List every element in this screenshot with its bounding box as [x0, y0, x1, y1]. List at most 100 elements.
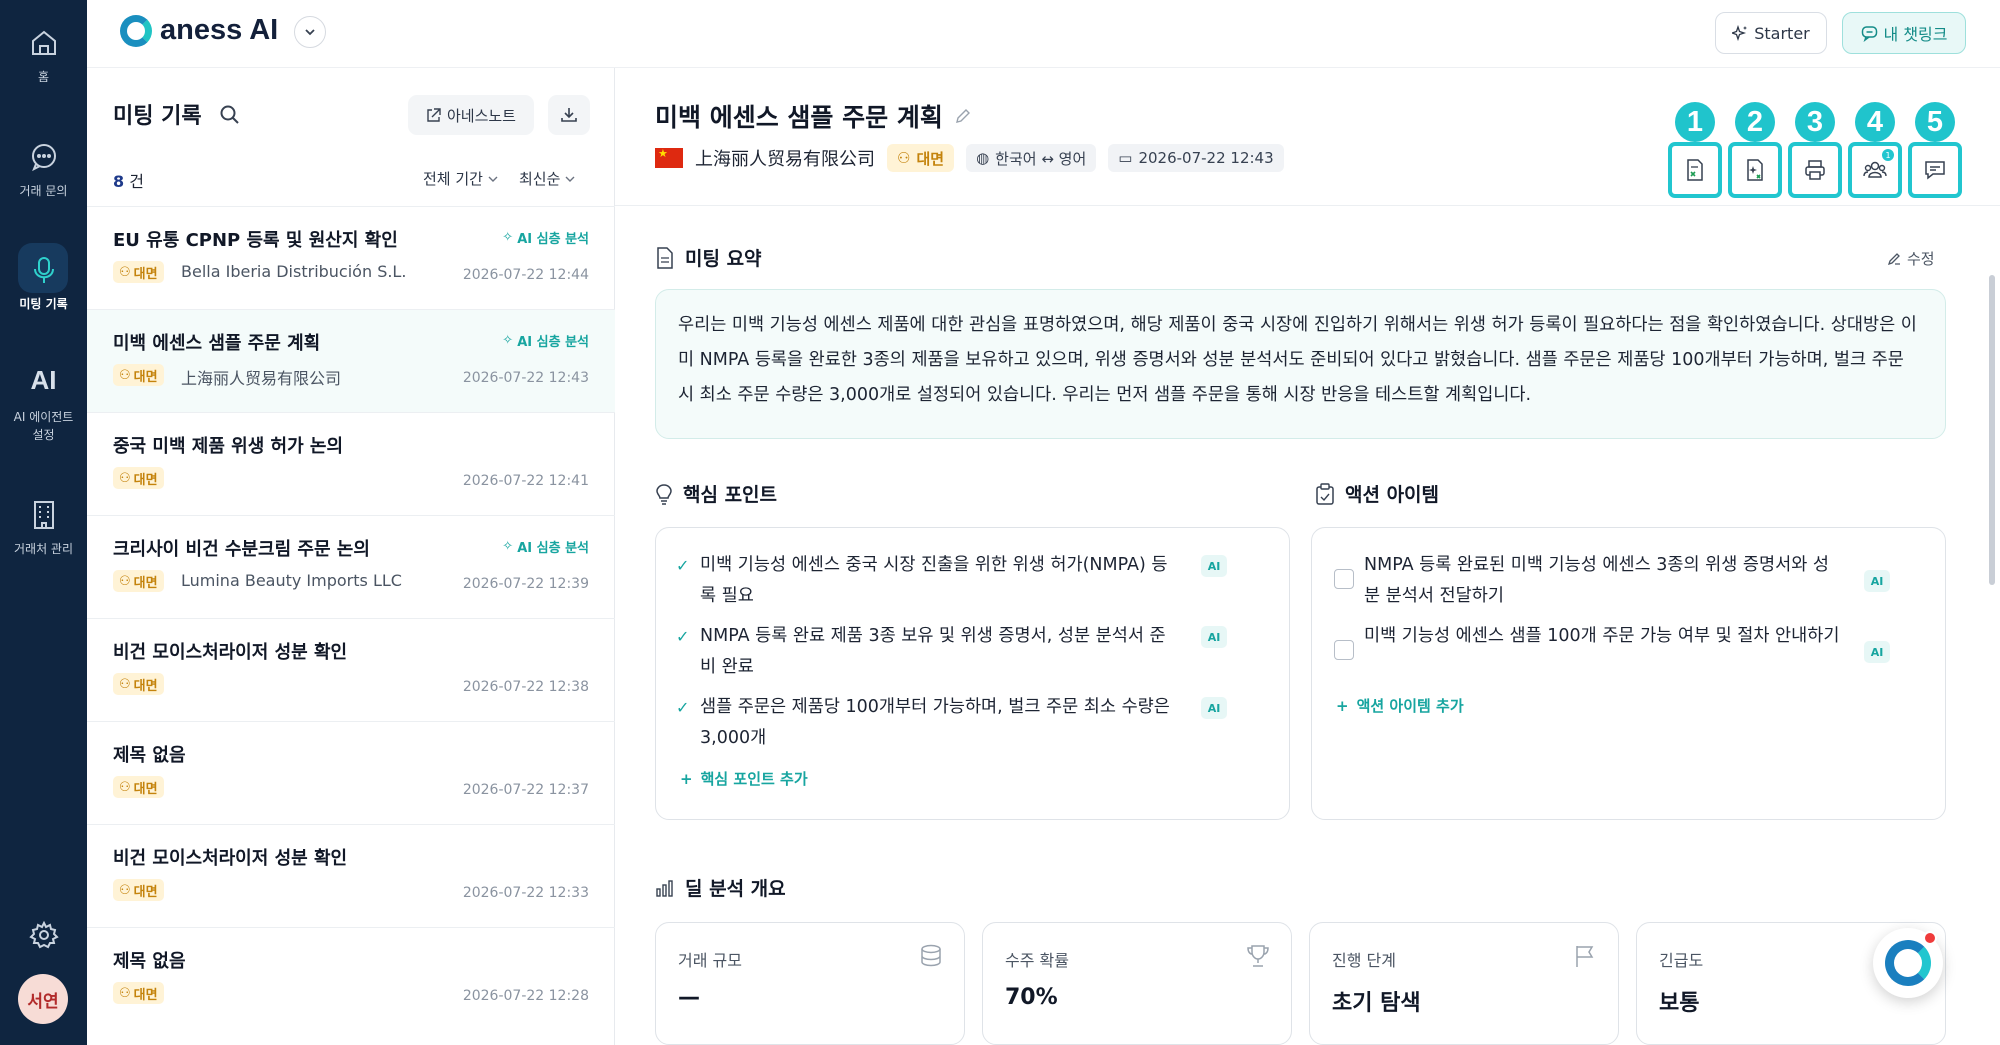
count-unit: 건: [129, 172, 144, 191]
meeting-row[interactable]: 비건 모이스처라이저 성분 확인 ⚇ 대면 2026-07-22 12:33: [87, 824, 615, 927]
meeting-row-date: 2026-07-22 12:37: [462, 782, 589, 798]
summary-text: 우리는 미백 기능성 에센스 제품에 대한 관심을 표명하였으며, 해당 제품이…: [655, 289, 1946, 439]
language-chip: ◍ 한국어 ↔ 영어: [966, 144, 1097, 172]
starter-label: Starter: [1754, 23, 1810, 43]
nav-ai-agent[interactable]: AI AI 에이전트 설정: [0, 365, 87, 444]
export-excel-button[interactable]: [1668, 142, 1722, 198]
filter-period-dropdown[interactable]: 전체 기간: [423, 168, 499, 189]
action-checkbox[interactable]: [1334, 640, 1354, 660]
meeting-row[interactable]: 제목 없음 ⚇ 대면 2026-07-22 12:37: [87, 721, 615, 824]
meeting-row-date: 2026-07-22 12:39: [462, 576, 589, 592]
meeting-type-tag: ⚇ 대면: [113, 570, 164, 592]
bar-chart-icon: [656, 879, 673, 897]
action-checkbox[interactable]: [1334, 569, 1354, 589]
action-item: NMPA 등록 완료된 미백 기능성 에센스 3종의 위생 증명서와 성분 분석…: [1334, 550, 1894, 612]
meeting-row[interactable]: 크리사이 비건 수분크림 주문 논의 ✧ AI 심층 분석 ⚇ 대면 Lumina …: [87, 515, 615, 618]
nav-ai-agent-label2: 설정: [32, 428, 55, 442]
meeting-row[interactable]: 비건 모이스처라이저 성분 확인 ⚇ 대면 2026-07-22 12:38: [87, 618, 615, 721]
meeting-type-tag: ⚇ 대면: [113, 879, 164, 901]
nav-meeting[interactable]: 미팅 기록: [0, 243, 87, 312]
brand-logo[interactable]: aness AI: [120, 14, 278, 47]
chevron-down-icon: [488, 176, 498, 182]
action-items-card: NMPA 등록 완료된 미백 기능성 에센스 3종의 위생 증명서와 성분 분석…: [1311, 527, 1946, 820]
nav-home[interactable]: 홈: [0, 26, 87, 85]
callout-number: 5: [1915, 102, 1955, 142]
meeting-type-tag: ⚇ 대면: [113, 467, 164, 489]
nav-partners[interactable]: 거래처 관리: [0, 498, 87, 557]
assistant-logo-icon: [1885, 940, 1931, 986]
starter-plan-button[interactable]: Starter: [1715, 12, 1827, 54]
user-avatar[interactable]: 서연: [18, 974, 68, 1024]
meeting-row-selected[interactable]: 미백 에센스 샘플 주문 계획 ✧ AI 심층 분석 ⚇ 대면 上海丽人贸易有限公司…: [87, 309, 615, 412]
meeting-row-date: 2026-07-22 12:44: [462, 267, 589, 283]
meeting-row[interactable]: EU 유통 CPNP 등록 및 원산지 확인 ✧ AI 심층 분석 ⚇ 대면 Bel…: [87, 206, 615, 309]
filter-period-label: 전체 기간: [423, 170, 483, 188]
meeting-type-tag: ⚇ 대면: [113, 982, 164, 1004]
search-icon[interactable]: [219, 104, 241, 126]
stat-deal-size: 거래 규모 —: [655, 922, 965, 1045]
filter-sort-dropdown[interactable]: 최신순: [519, 168, 576, 189]
trophy-icon: [1247, 945, 1269, 967]
callout-number: 3: [1795, 102, 1835, 142]
chat-bubble-icon: [27, 140, 61, 174]
download-icon: [561, 108, 577, 122]
sparkle-icon: [1732, 25, 1748, 41]
count-number: 8: [113, 172, 125, 191]
meeting-list-panel: 미팅 기록 아네스노트 8 건 전체 기간 최신순 EU 유통 CPNP 등록 …: [87, 68, 615, 1045]
participants-button[interactable]: 1: [1848, 142, 1902, 198]
chevron-down-icon: [565, 176, 575, 182]
microphone-icon: [27, 253, 61, 287]
pencil-icon[interactable]: [953, 106, 973, 126]
plus-icon: +: [1336, 696, 1349, 715]
assistant-fab-button[interactable]: [1873, 928, 1943, 998]
brand-name: aness AI: [160, 14, 279, 46]
flag-icon: [1576, 946, 1594, 967]
meeting-list: EU 유통 CPNP 등록 및 원산지 확인 ✧ AI 심층 분석 ⚇ 대면 Bel…: [87, 206, 615, 1030]
meeting-row-title: 미백 에센스 샘플 주문 계획: [113, 333, 321, 354]
stat-stage: 진행 단계 초기 탐색: [1309, 922, 1619, 1045]
chatlink-label: 내 챗링크: [1883, 25, 1948, 44]
message-icon: [1925, 161, 1945, 180]
edit-summary-button[interactable]: 수정: [1887, 248, 1935, 269]
meeting-company[interactable]: 上海丽人贸易有限公司: [695, 145, 875, 171]
detail-scrollbar[interactable]: [1989, 275, 1995, 585]
add-action-item-button[interactable]: + 액션 아이템 추가: [1336, 695, 1464, 716]
nav-inquiry[interactable]: 거래 문의: [0, 140, 87, 199]
ai-badge: AI: [1201, 697, 1227, 719]
summary-heading: 미팅 요약: [655, 244, 762, 271]
stat-win-probability: 수주 확률 70%: [982, 922, 1292, 1045]
key-point-item: ✓ 샘플 주문은 제품당 100개부터 가능하며, 벌크 주문 최소 수량은 3…: [676, 692, 1236, 754]
printer-icon: [1805, 160, 1825, 180]
meeting-row[interactable]: 제목 없음 ⚇ 대면 2026-07-22 12:28: [87, 927, 615, 1030]
meeting-row-date: 2026-07-22 12:43: [462, 370, 589, 386]
meeting-type-tag: ⚇ 대면: [113, 776, 164, 798]
export-ai-excel-button[interactable]: [1728, 142, 1782, 198]
meeting-row[interactable]: 중국 미백 제품 위생 허가 논의 ⚇ 대면 2026-07-22 12:41: [87, 412, 615, 515]
meeting-row-date: 2026-07-22 12:33: [462, 885, 589, 901]
download-button[interactable]: [548, 95, 590, 135]
building-icon: [27, 498, 61, 532]
meeting-row-title: 비건 모이스처라이저 성분 확인: [113, 642, 348, 663]
sparkle-icon: ✧: [502, 539, 514, 554]
people-icon: ⚇: [119, 882, 131, 898]
nav-settings[interactable]: [0, 918, 87, 960]
meeting-row-company: Bella Iberia Distribución S.L.: [181, 262, 407, 281]
aness-note-button[interactable]: 아네스노트: [408, 95, 534, 135]
ai-badge: AI: [1864, 570, 1890, 592]
workspace-dropdown-button[interactable]: [294, 16, 326, 48]
print-button[interactable]: [1788, 142, 1842, 198]
people-icon: ⚇: [897, 149, 911, 167]
gear-icon: [27, 918, 61, 952]
people-icon: ⚇: [119, 470, 131, 486]
my-chatlink-button[interactable]: 내 챗링크: [1842, 12, 1966, 54]
globe-icon: ◍: [976, 149, 990, 167]
document-icon: [657, 246, 673, 269]
add-key-point-button[interactable]: + 핵심 포인트 추가: [680, 768, 808, 789]
top-bar: aness AI Starter 내 챗링크: [87, 0, 2000, 68]
comment-button[interactable]: [1908, 142, 1962, 198]
lightbulb-icon: [656, 483, 672, 505]
meeting-row-company: Lumina Beauty Imports LLC: [181, 571, 402, 590]
notification-dot: [1923, 931, 1937, 945]
meeting-type-tag: ⚇ 대면: [113, 261, 164, 283]
meeting-type-tag: ⚇ 대면: [113, 673, 164, 695]
